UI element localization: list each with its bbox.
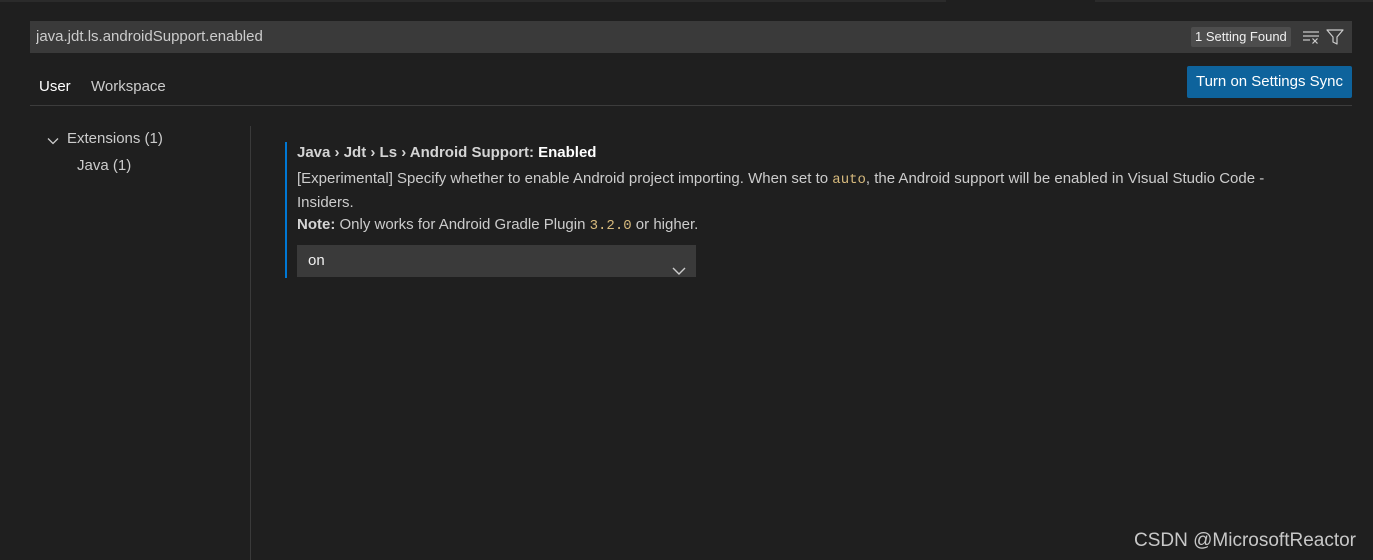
turn-on-settings-sync-button[interactable]: Turn on Settings Sync: [1187, 66, 1352, 98]
setting-breadcrumb: Java › Jdt › Ls › Android Support:: [297, 144, 539, 161]
tabs-divider: [30, 105, 1352, 106]
description-code: auto: [832, 172, 866, 188]
note-text: or higher.: [631, 216, 699, 233]
settings-search-input[interactable]: [36, 21, 1176, 53]
tab-user[interactable]: User: [30, 66, 82, 106]
description-text: [Experimental] Specify whether to enable…: [297, 170, 833, 187]
note-code: 3.2.0: [589, 218, 632, 234]
settings-search-bar: 1 Setting Found: [30, 21, 1352, 53]
setting-item-android-support-enabled: Java › Jdt › Ls › Android Support: Enabl…: [285, 142, 1315, 278]
setting-title: Java › Jdt › Ls › Android Support: Enabl…: [297, 142, 596, 164]
watermark: CSDN @MicrosoftReactor: [1134, 530, 1356, 551]
dropdown-selected-value: on: [308, 252, 325, 269]
setting-description: [Experimental] Specify whether to enable…: [297, 168, 1312, 238]
results-count-badge: 1 Setting Found: [1191, 27, 1291, 47]
setting-name: Enabled: [538, 144, 597, 161]
note-label: Note:: [297, 216, 336, 233]
chevron-down-icon: [46, 132, 60, 156]
toc-item-label: Extensions (1): [67, 130, 163, 147]
editor-tab-strip: [0, 0, 1373, 3]
tab-workspace[interactable]: Workspace: [91, 66, 166, 106]
toc-item-java[interactable]: Java (1): [77, 154, 131, 178]
setting-value-dropdown[interactable]: on: [297, 245, 696, 277]
chevron-down-icon: [672, 256, 686, 288]
filter-icon[interactable]: [1324, 27, 1346, 47]
clear-all-icon[interactable]: [1300, 27, 1322, 47]
toc-divider: [250, 126, 251, 560]
setting-focus-indicator: [285, 142, 287, 278]
note-text: Only works for Android Gradle Plugin: [335, 216, 590, 233]
